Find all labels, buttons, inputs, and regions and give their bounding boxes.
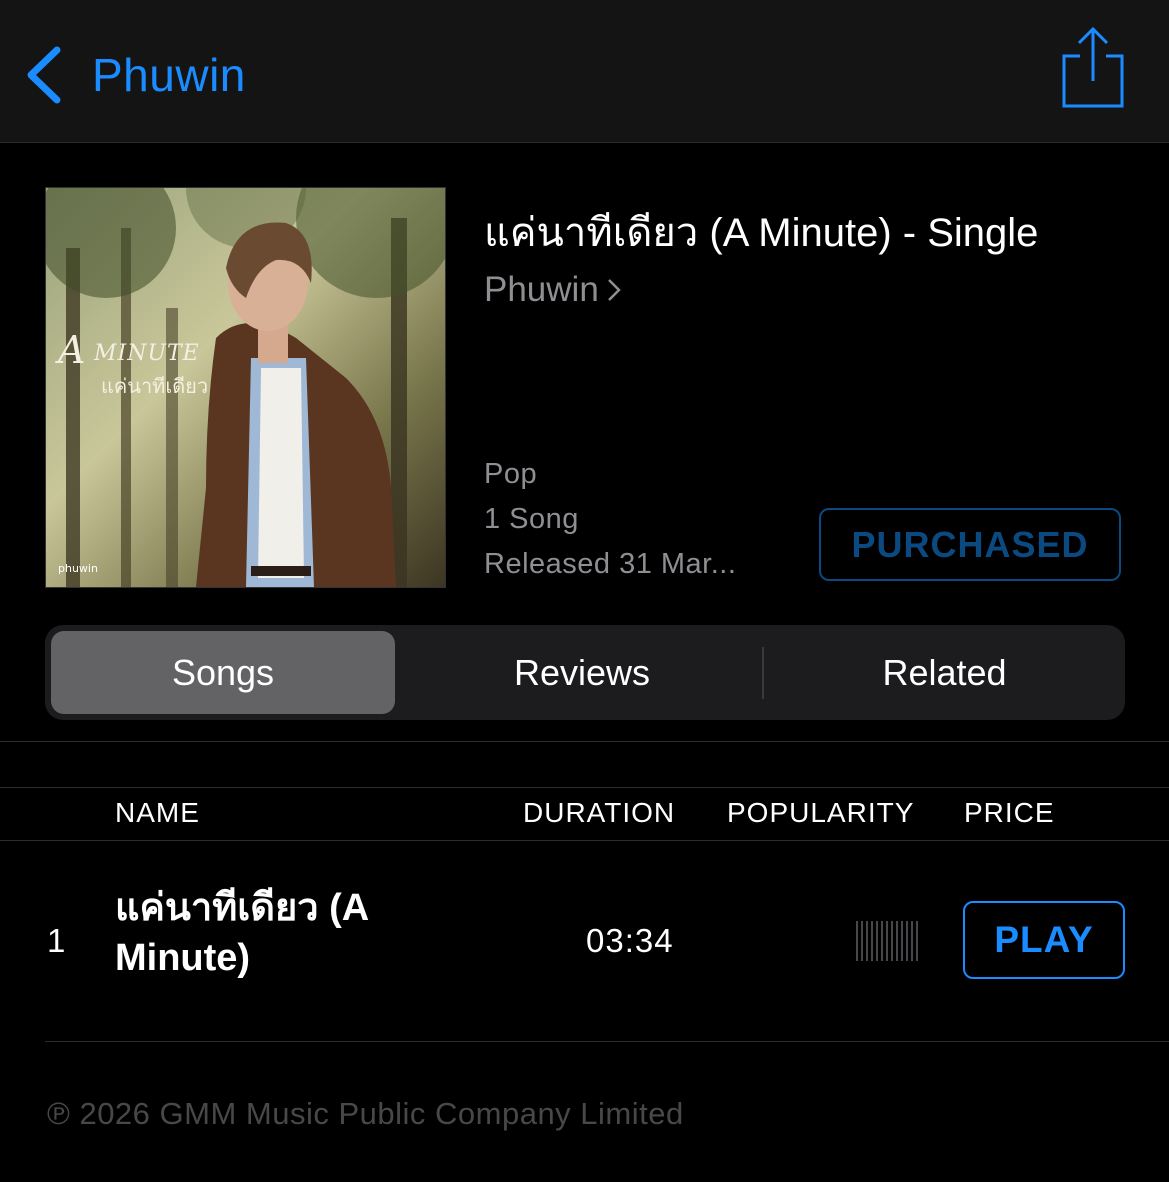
artist-link[interactable]: Phuwin: [484, 270, 623, 310]
column-header-price[interactable]: PRICE: [964, 797, 1055, 829]
share-icon: [1062, 26, 1124, 108]
artist-name: Phuwin: [484, 270, 599, 309]
popularity-bars: [856, 921, 918, 961]
track-number: 1: [47, 922, 66, 959]
tab-related[interactable]: Related: [764, 625, 1125, 720]
purchased-button: PURCHASED: [819, 508, 1121, 581]
segmented-control: Songs Reviews Related: [45, 625, 1125, 720]
divider: [0, 840, 1169, 841]
svg-text:MINUTE: MINUTE: [93, 341, 200, 366]
track-duration: 03:34: [586, 922, 674, 959]
column-header-name[interactable]: NAME: [115, 797, 200, 829]
svg-text:แค่นาทีเดียว: แค่นาทีเดียว: [101, 374, 208, 398]
chevron-left-icon: [27, 46, 61, 104]
tab-reviews[interactable]: Reviews: [402, 625, 762, 720]
navigation-bar: Phuwin: [0, 0, 1169, 143]
album-song-count: 1 Song: [484, 503, 579, 535]
album-artwork: A MINUTE แค่นาทีเดียว phuwin: [45, 187, 446, 588]
album-release-date: Released 31 Mar...: [484, 548, 737, 580]
divider: [0, 741, 1169, 742]
album-page: Phuwin A MINUTE แค่นาทีเดียว phuwin แค่น…: [0, 0, 1169, 1182]
divider: [0, 787, 1169, 788]
track-title[interactable]: แค่นาทีเดียว (A Minute): [115, 883, 445, 983]
back-label: Phuwin: [92, 49, 246, 101]
column-header-popularity[interactable]: POPULARITY: [727, 797, 914, 829]
tab-songs[interactable]: Songs: [51, 631, 395, 714]
album-genre: Pop: [484, 458, 538, 490]
chevron-right-icon: [607, 279, 621, 301]
popularity-meter: [855, 921, 919, 966]
album-title: แค่นาทีเดียว (A Minute) - Single: [484, 211, 1039, 255]
share-button[interactable]: [1060, 26, 1126, 115]
divider: [45, 1041, 1169, 1042]
copyright-text: ℗ 2026 GMM Music Public Company Limited: [47, 1096, 684, 1131]
back-button[interactable]: Phuwin: [22, 40, 246, 110]
svg-text:phuwin: phuwin: [58, 562, 98, 575]
album-cover-image: A MINUTE แค่นาทีเดียว phuwin: [46, 188, 445, 587]
svg-text:A: A: [55, 328, 85, 372]
column-header-duration[interactable]: DURATION: [523, 797, 675, 829]
play-button[interactable]: PLAY: [963, 901, 1125, 979]
